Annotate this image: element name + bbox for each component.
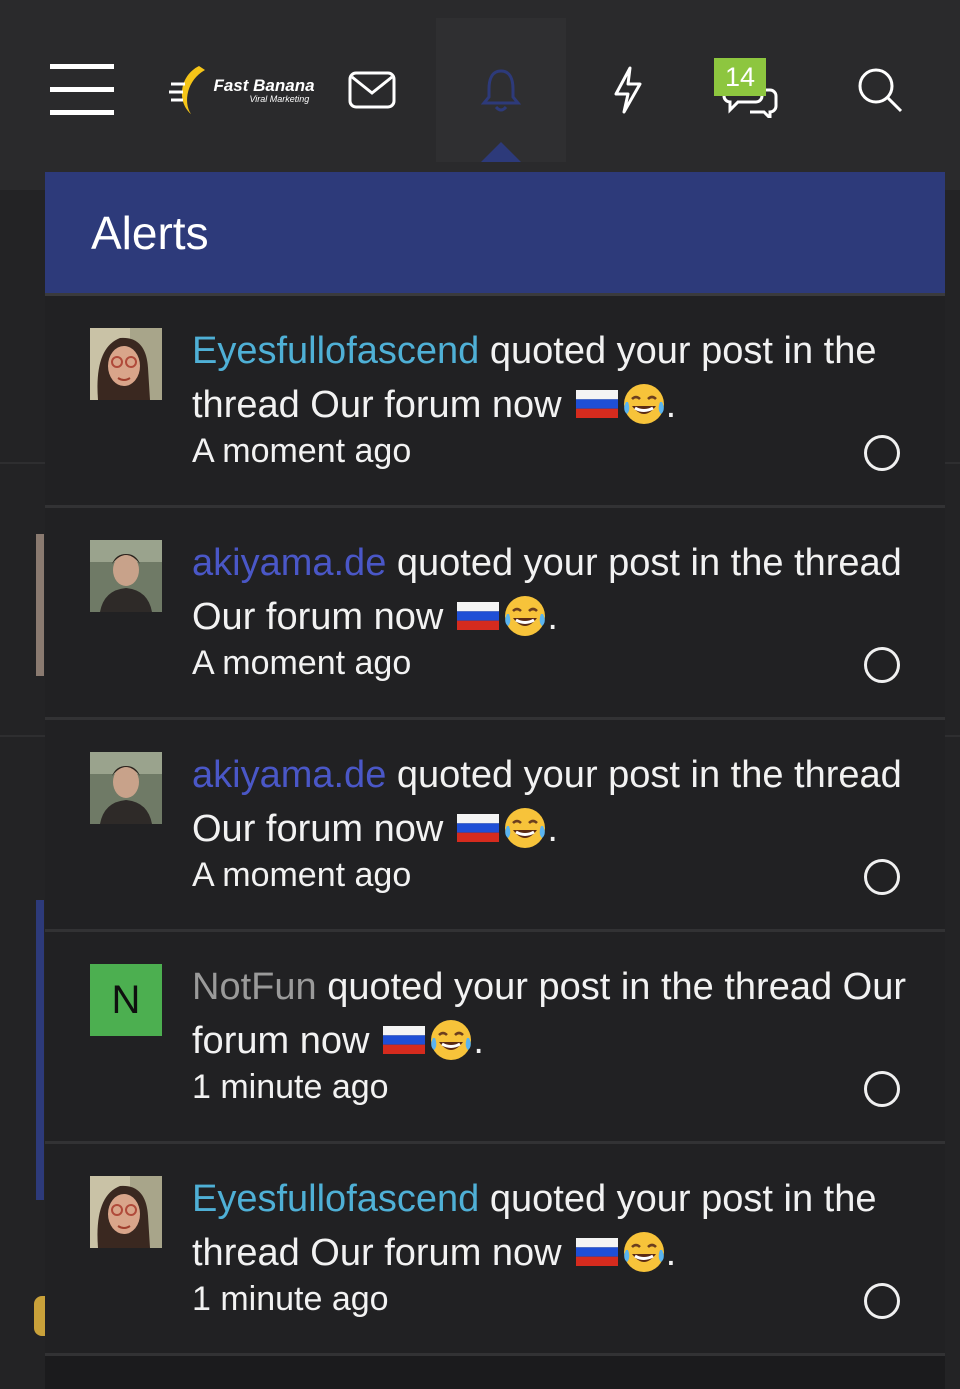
user-avatar[interactable] xyxy=(90,540,162,612)
inbox-button[interactable] xyxy=(330,18,414,162)
logo-subtitle: Viral Marketing xyxy=(249,93,310,104)
alerts-list: Eyesfullofascend quoted your post in the… xyxy=(45,296,945,1356)
alert-text[interactable]: akiyama.de quoted your post in the threa… xyxy=(192,748,912,856)
alert-item[interactable]: Eyesfullofascend quoted your post in the… xyxy=(45,296,945,508)
alert-text[interactable]: akiyama.de quoted your post in the threa… xyxy=(192,536,912,644)
alert-timestamp: A moment ago xyxy=(192,644,412,682)
alert-timestamp: A moment ago xyxy=(192,432,412,470)
banana-logo-icon xyxy=(169,66,206,114)
alert-text[interactable]: Eyesfullofascend quoted your post in the… xyxy=(192,324,912,432)
bolt-icon xyxy=(614,66,642,114)
site-logo[interactable]: Fast Banana Viral Marketing xyxy=(162,18,322,162)
user-avatar[interactable] xyxy=(90,752,162,824)
background-panel-edge xyxy=(36,900,44,1200)
mark-read-toggle[interactable] xyxy=(864,435,900,471)
alert-username-link[interactable]: akiyama.de xyxy=(192,542,386,584)
user-photo xyxy=(90,1176,162,1248)
russian-flag-icon xyxy=(575,1237,618,1266)
alert-period: . xyxy=(665,384,677,426)
search-icon xyxy=(858,68,903,113)
conversations-count-badge: 14 xyxy=(714,58,766,96)
alert-item[interactable]: N NotFun quoted your post in the thread O… xyxy=(45,932,945,1144)
alert-item[interactable]: Eyesfullofascend quoted your post in the… xyxy=(45,1144,945,1356)
mark-read-toggle[interactable] xyxy=(864,1071,900,1107)
mark-read-toggle[interactable] xyxy=(864,859,900,895)
user-avatar[interactable] xyxy=(90,328,162,400)
menu-button[interactable] xyxy=(40,18,124,162)
alert-text[interactable]: NotFun quoted your post in the thread Ou… xyxy=(192,960,912,1068)
tears-of-joy-emoji-icon xyxy=(623,383,664,424)
alert-timestamp: A moment ago xyxy=(192,856,412,894)
search-button[interactable] xyxy=(838,18,922,162)
russian-flag-icon xyxy=(457,813,500,842)
alerts-title: Alerts xyxy=(91,206,209,259)
whats-new-button[interactable] xyxy=(586,18,670,162)
user-avatar[interactable] xyxy=(90,1176,162,1248)
menu-icon xyxy=(50,64,114,115)
alert-period: . xyxy=(547,808,558,850)
mark-read-toggle[interactable] xyxy=(864,1283,900,1319)
alerts-popup-header: Alerts xyxy=(45,172,945,296)
bell-icon xyxy=(481,69,521,112)
alerts-popup: Alerts Eyesfullofascend quoted your post… xyxy=(45,172,945,1389)
alert-timestamp: 1 minute ago xyxy=(192,1068,389,1106)
alert-username-link[interactable]: NotFun xyxy=(192,966,317,1008)
alert-username-link[interactable]: Eyesfullofascend xyxy=(192,1178,479,1220)
alert-item[interactable]: akiyama.de quoted your post in the threa… xyxy=(45,508,945,720)
alert-item[interactable]: akiyama.de quoted your post in the threa… xyxy=(45,720,945,932)
alert-username-link[interactable]: Eyesfullofascend xyxy=(192,330,479,372)
russian-flag-icon xyxy=(575,389,618,418)
background-image-edge xyxy=(36,534,44,676)
alert-text[interactable]: Eyesfullofascend quoted your post in the… xyxy=(192,1172,912,1280)
tears-of-joy-emoji-icon xyxy=(505,595,546,636)
tears-of-joy-emoji-icon xyxy=(431,1019,472,1060)
tears-of-joy-emoji-icon xyxy=(505,807,546,848)
user-photo xyxy=(90,540,162,612)
popup-caret xyxy=(481,142,521,162)
mark-read-toggle[interactable] xyxy=(864,647,900,683)
alert-period: . xyxy=(547,596,558,638)
alert-period: . xyxy=(665,1232,677,1274)
mail-icon xyxy=(348,71,396,109)
alert-period: . xyxy=(473,1020,484,1062)
alerts-button[interactable] xyxy=(436,18,566,162)
alert-username-link[interactable]: akiyama.de xyxy=(192,754,386,796)
russian-flag-icon xyxy=(383,1025,426,1054)
user-photo xyxy=(90,752,162,824)
user-photo xyxy=(90,328,162,400)
user-avatar[interactable]: N xyxy=(90,964,162,1036)
russian-flag-icon xyxy=(457,601,500,630)
alert-timestamp: 1 minute ago xyxy=(192,1280,389,1318)
tears-of-joy-emoji-icon xyxy=(623,1231,664,1272)
logo-title: Fast Banana xyxy=(213,75,315,95)
